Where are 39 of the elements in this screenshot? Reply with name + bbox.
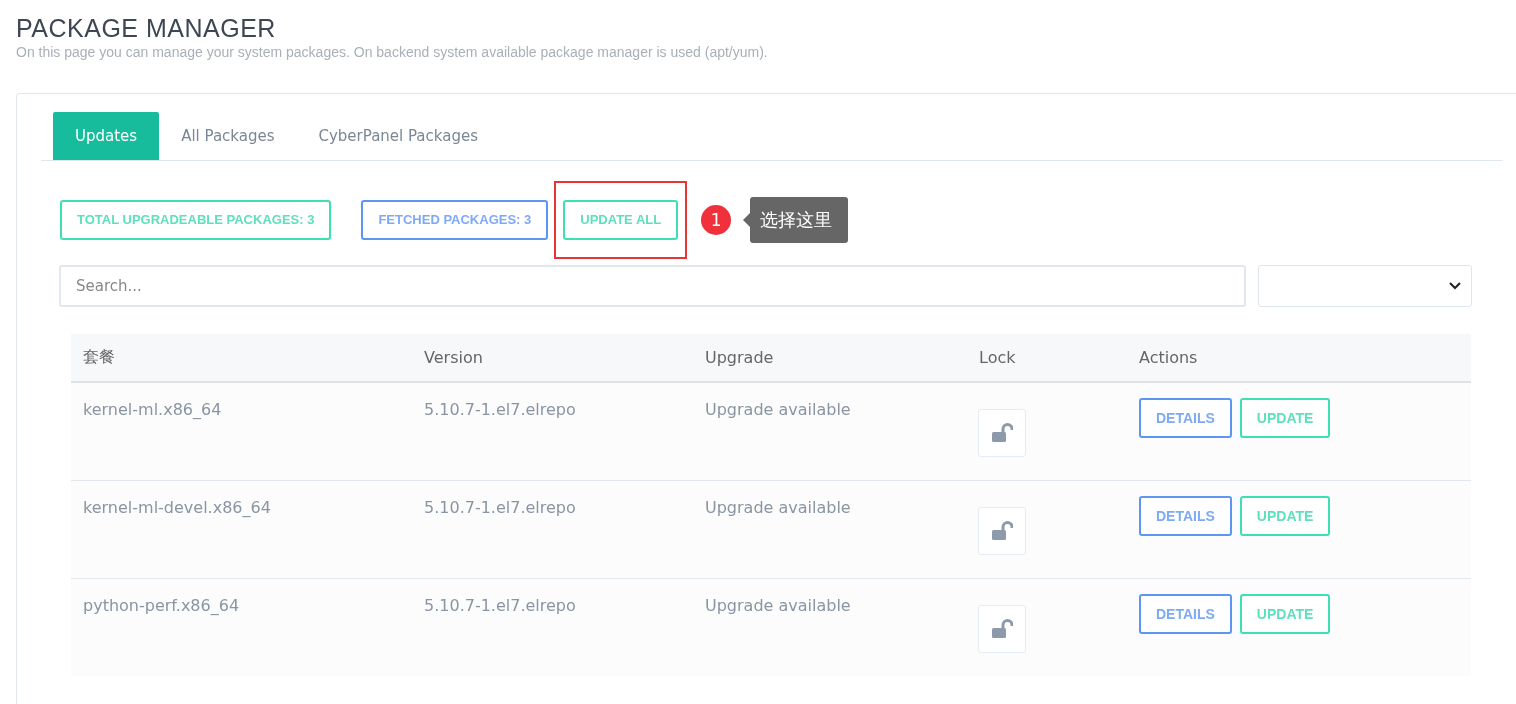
stat-button[interactable]: TOTAL UPGRADEABLE PACKAGES: 3 (60, 199, 332, 240)
details-button[interactable]: DETAILS (1139, 398, 1232, 438)
unlock-icon (991, 521, 1013, 541)
unlock-button[interactable] (978, 507, 1026, 555)
table-cell-text: Upgrade available (704, 595, 852, 617)
table-cell-text: python-perf.x86_64 (82, 595, 241, 617)
unlock-button[interactable] (978, 409, 1026, 457)
details-button[interactable]: DETAILS (1139, 496, 1232, 536)
stat-button[interactable]: FETCHED PACKAGES: 3 (361, 199, 549, 240)
tab[interactable]: CyberPanel Packages (296, 112, 500, 160)
step-badge: 1 (701, 204, 732, 235)
column-header: Actions (1138, 348, 1199, 367)
column-header: 套餐 (82, 347, 116, 368)
table-cell-text: Upgrade available (704, 497, 852, 519)
table-cell-text: Upgrade available (704, 399, 852, 421)
update-button[interactable]: UPDATE (1239, 398, 1331, 438)
unlock-icon (991, 619, 1013, 639)
table-cell-text: 5.10.7-1.el7.elrepo (423, 497, 577, 519)
update-all-button[interactable]: UPDATE ALL (563, 199, 679, 240)
page-subtitle: On this page you can manage your system packages. On backend system available package manager is used (apt/yum). (16, 43, 769, 62)
details-button[interactable]: DETAILS (1139, 594, 1232, 634)
tab[interactable]: Updates (53, 112, 160, 160)
search-field[interactable]: Search... (59, 265, 1246, 307)
unlock-icon (991, 423, 1013, 443)
update-button[interactable]: UPDATE (1239, 496, 1331, 536)
column-header: Version (423, 348, 484, 367)
column-header: Upgrade (704, 348, 775, 367)
page-title: PACKAGE MANAGER (16, 14, 277, 42)
update-button[interactable]: UPDATE (1239, 594, 1331, 634)
tab[interactable]: All Packages (159, 112, 297, 160)
unlock-button[interactable] (978, 605, 1026, 653)
table-cell-text: kernel-ml-devel.x86_64 (82, 497, 272, 519)
table-cell-text: 5.10.7-1.el7.elrepo (423, 399, 577, 421)
table-cell-text: 5.10.7-1.el7.elrepo (423, 595, 577, 617)
column-header: Lock (978, 348, 1017, 367)
chevron-down-icon (1449, 282, 1461, 290)
table-cell-text: kernel-ml.x86_64 (82, 399, 223, 421)
tooltip: 选择这里 (750, 196, 849, 243)
tooltip-pointer-icon (743, 212, 751, 227)
